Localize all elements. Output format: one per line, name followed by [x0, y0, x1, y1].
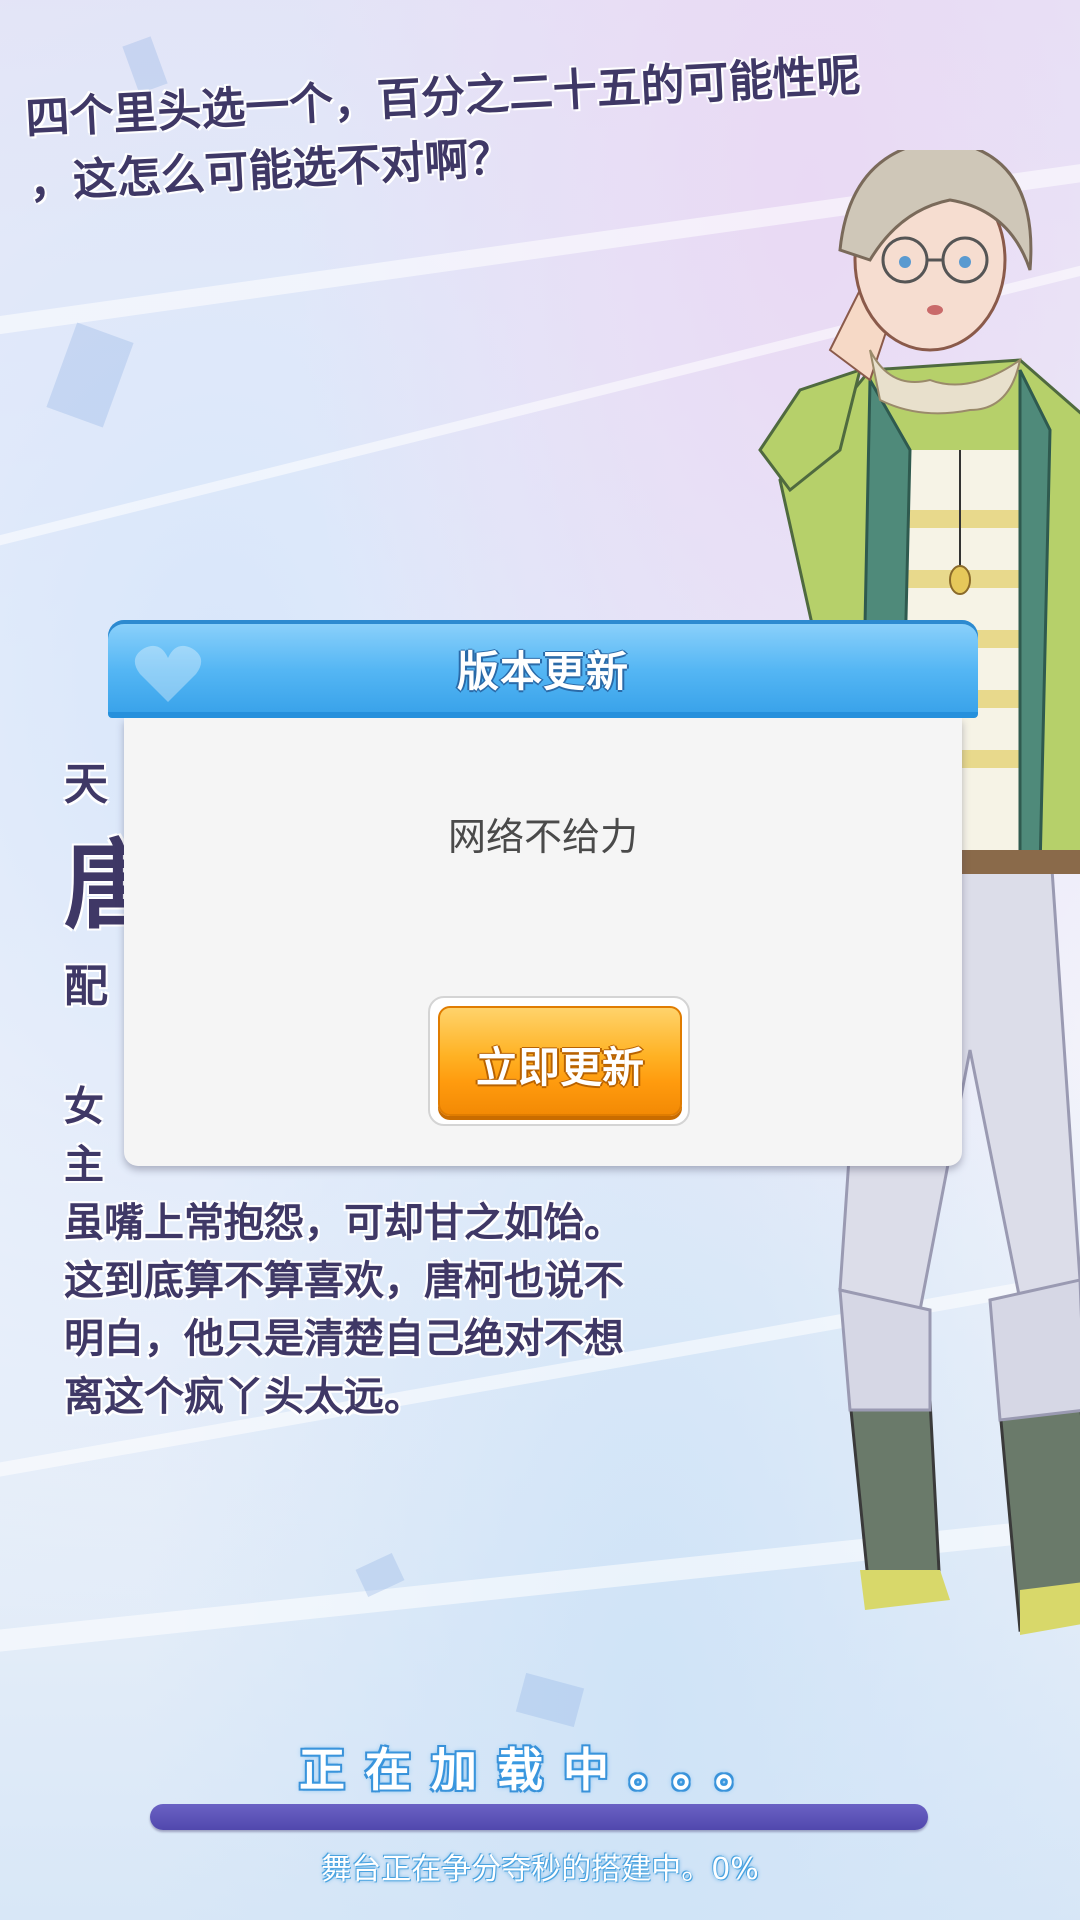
update-now-button-label: 立即更新	[475, 1043, 644, 1092]
profile-desc-line: 虽嘴上常抱怨，可却甘之如饴。	[64, 1200, 624, 1246]
loading-status: 正在加载中。。。	[299, 1743, 781, 1797]
loading-progress-bar	[150, 1804, 928, 1830]
loading-subtitle: 舞台正在争分夺秒的搭建中。0%	[321, 1852, 759, 1887]
dialog-title: 版本更新	[456, 647, 629, 696]
profile-desc-line: 这到底算不算喜欢，唐柯也说不	[64, 1258, 624, 1304]
dialog-body: 网络不给力 立即更新	[124, 718, 962, 1166]
version-update-dialog: 网络不给力 立即更新 版本更新	[108, 620, 978, 1172]
background-shard	[46, 322, 134, 428]
dialog-message: 网络不给力	[447, 815, 638, 859]
background-shard	[515, 1672, 585, 1728]
update-now-button[interactable]: 立即更新	[438, 1006, 682, 1116]
dialog-header: 版本更新	[108, 620, 978, 718]
loading-screen: 四个里头选一个，百分之二十五的可能性呢 ，这怎么可能选不对啊？ 天 唐 配 女 …	[0, 0, 1080, 1920]
profile-desc-line: 明白，他只是清楚自己绝对不想	[64, 1316, 624, 1362]
update-button-frame: 立即更新	[428, 996, 690, 1126]
profile-desc-line: 离这个疯丫头太远。	[64, 1374, 424, 1420]
